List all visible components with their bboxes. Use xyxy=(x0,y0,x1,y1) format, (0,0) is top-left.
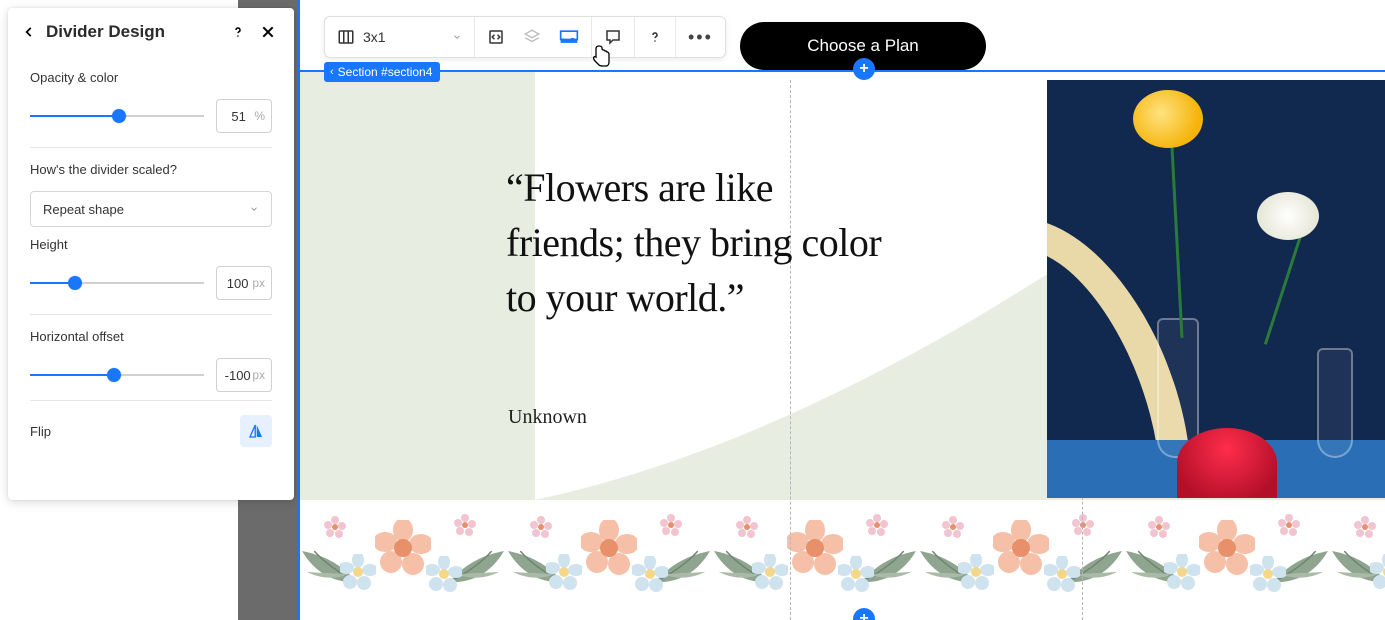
height-label: Height xyxy=(30,237,272,252)
section-tag-label: Section #section4 xyxy=(338,65,433,79)
columns-icon xyxy=(337,28,355,46)
hoffset-slider[interactable] xyxy=(30,365,204,385)
opacity-value-input[interactable]: 51 % xyxy=(216,99,272,133)
chevron-down-icon xyxy=(249,202,259,217)
opacity-unit: % xyxy=(254,109,265,123)
flip-label: Flip xyxy=(30,424,51,439)
section-top-border xyxy=(300,70,1385,72)
height-value-input[interactable]: 100 px xyxy=(216,266,272,300)
grid-layout-select[interactable]: 3x1 xyxy=(325,17,475,57)
section-toolbar: 3x1 ••• xyxy=(324,16,726,58)
panel-divider xyxy=(30,314,272,315)
hoffset-label: Horizontal offset xyxy=(30,329,272,344)
stretch-icon[interactable] xyxy=(487,28,505,46)
grid-layout-value: 3x1 xyxy=(363,29,444,45)
height-slider-row: 100 px xyxy=(30,266,272,300)
comment-button[interactable] xyxy=(592,17,635,57)
panel-title: Divider Design xyxy=(46,22,220,42)
panel-header: Divider Design xyxy=(8,8,294,56)
more-icon: ••• xyxy=(688,27,713,48)
hoffset-slider-row: -100 px xyxy=(30,358,272,392)
toolbar-tools xyxy=(475,17,592,57)
choose-plan-label: Choose a Plan xyxy=(807,36,919,56)
editor-canvas[interactable]: /* units generated below via cloning in … xyxy=(300,0,1385,620)
flip-horizontal-button[interactable] xyxy=(240,415,272,447)
layers-icon[interactable] xyxy=(523,28,541,46)
scale-mode-value: Repeat shape xyxy=(43,202,124,217)
divider-icon[interactable] xyxy=(559,28,579,46)
help-icon xyxy=(647,29,663,45)
back-icon[interactable] xyxy=(22,25,36,39)
opacity-slider[interactable] xyxy=(30,106,204,126)
hoffset-unit: px xyxy=(252,368,265,382)
section-divider-pattern: /* units generated below via cloning in … xyxy=(300,500,1385,620)
help-icon[interactable] xyxy=(230,24,246,40)
more-button[interactable]: ••• xyxy=(676,17,725,57)
divider-design-panel: Divider Design Opacity & color 51 % xyxy=(8,8,294,500)
section-breadcrumb[interactable]: ‹ Section #section4 xyxy=(324,62,440,82)
scale-mode-select[interactable]: Repeat shape xyxy=(30,191,272,227)
height-slider[interactable] xyxy=(30,273,204,293)
opacity-slider-row: 51 % xyxy=(30,99,272,133)
add-section-button[interactable]: + xyxy=(853,58,875,80)
opacity-value: 51 xyxy=(223,109,254,124)
hero-quote[interactable]: “Flowers are like friends; they bring co… xyxy=(506,160,888,326)
hoffset-value: -100 xyxy=(223,368,252,383)
hero-image[interactable] xyxy=(1047,80,1385,498)
chevron-down-icon xyxy=(452,32,462,42)
height-unit: px xyxy=(252,276,265,290)
scale-label: How's the divider scaled? xyxy=(30,162,272,177)
chevron-left-icon: ‹ xyxy=(330,66,334,78)
flip-row: Flip xyxy=(30,400,272,461)
hero-author[interactable]: Unknown xyxy=(508,406,587,429)
height-value: 100 xyxy=(223,276,252,291)
canvas-selection-edge xyxy=(298,0,300,620)
close-icon[interactable] xyxy=(260,24,276,40)
hoffset-value-input[interactable]: -100 px xyxy=(216,358,272,392)
opacity-label: Opacity & color xyxy=(30,70,272,85)
comment-icon xyxy=(604,28,622,46)
panel-body: Opacity & color 51 % How's the divider s… xyxy=(8,56,294,500)
panel-divider xyxy=(30,147,272,148)
help-button[interactable] xyxy=(635,17,676,57)
